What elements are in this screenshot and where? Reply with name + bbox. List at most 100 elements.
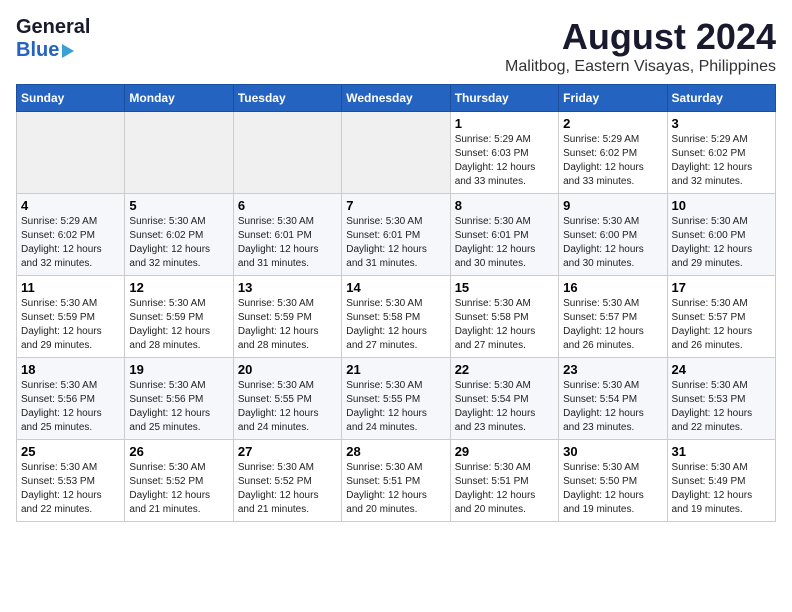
day-number: 28 [346,444,445,459]
calendar-cell [125,112,233,194]
logo-general-text: General [16,16,90,39]
day-of-week-friday: Friday [559,85,667,112]
calendar-table: SundayMondayTuesdayWednesdayThursdayFrid… [16,84,776,522]
day-number: 22 [455,362,554,377]
day-of-week-saturday: Saturday [667,85,775,112]
calendar-cell: 6 Sunrise: 5:30 AM Sunset: 6:01 PM Daylig… [233,194,341,276]
day-number: 6 [238,198,337,213]
day-number: 2 [563,116,662,131]
day-number: 9 [563,198,662,213]
calendar-cell: 18Sunrise: 5:30 AM Sunset: 5:56 PM Dayli… [17,358,125,440]
day-info: Sunrise: 5:30 AM Sunset: 5:58 PM Dayligh… [346,297,445,353]
day-info: Sunrise: 5:29 AM Sunset: 6:02 PM Dayligh… [672,133,771,189]
day-number: 1 [455,116,554,131]
subtitle: Malitbog, Eastern Visayas, Philippines [505,58,776,76]
day-info: Sunrise: 5:30 AM Sunset: 5:54 PM Dayligh… [563,379,662,435]
calendar-cell: 29Sunrise: 5:30 AM Sunset: 5:51 PM Dayli… [450,440,558,522]
day-number: 19 [129,362,228,377]
calendar-cell: 27 Sunrise: 5:30 AM Sunset: 5:52 PM Dayli… [233,440,341,522]
calendar-cell: 15Sunrise: 5:30 AM Sunset: 5:58 PM Dayli… [450,276,558,358]
calendar-cell: 11 Sunrise: 5:30 AM Sunset: 5:59 PM Dayli… [17,276,125,358]
calendar-cell: 9 Sunrise: 5:30 AM Sunset: 6:00 PM Daylig… [559,194,667,276]
day-of-week-wednesday: Wednesday [342,85,450,112]
calendar-cell [233,112,341,194]
day-info: Sunrise: 5:30 AM Sunset: 5:53 PM Dayligh… [21,461,120,517]
day-number: 11 [21,280,120,295]
day-number: 12 [129,280,228,295]
logo-blue-text: Blue [16,39,59,62]
day-info: Sunrise: 5:30 AM Sunset: 5:53 PM Dayligh… [672,379,771,435]
day-info: Sunrise: 5:30 AM Sunset: 5:49 PM Dayligh… [672,461,771,517]
day-number: 17 [672,280,771,295]
calendar-cell: 14 Sunrise: 5:30 AM Sunset: 5:58 PM Dayli… [342,276,450,358]
calendar-cell: 3 Sunrise: 5:29 AM Sunset: 6:02 PM Daylig… [667,112,775,194]
day-info: Sunrise: 5:30 AM Sunset: 5:56 PM Dayligh… [21,379,120,435]
day-info: Sunrise: 5:30 AM Sunset: 6:00 PM Dayligh… [672,215,771,271]
day-number: 13 [238,280,337,295]
day-info: Sunrise: 5:30 AM Sunset: 6:00 PM Dayligh… [563,215,662,271]
calendar-cell [17,112,125,194]
day-number: 24 [672,362,771,377]
day-info: Sunrise: 5:30 AM Sunset: 6:02 PM Dayligh… [129,215,228,271]
day-number: 10 [672,198,771,213]
day-info: Sunrise: 5:30 AM Sunset: 5:51 PM Dayligh… [455,461,554,517]
calendar-week-1: 1 Sunrise: 5:29 AM Sunset: 6:03 PM Daylig… [17,112,776,194]
main-title: August 2024 [505,16,776,58]
calendar-cell: 25 Sunrise: 5:30 AM Sunset: 5:53 PM Dayli… [17,440,125,522]
day-info: Sunrise: 5:30 AM Sunset: 5:51 PM Dayligh… [346,461,445,517]
day-of-week-sunday: Sunday [17,85,125,112]
day-number: 23 [563,362,662,377]
day-number: 4 [21,198,120,213]
day-info: Sunrise: 5:30 AM Sunset: 5:56 PM Dayligh… [129,379,228,435]
calendar-body: 1 Sunrise: 5:29 AM Sunset: 6:03 PM Daylig… [17,112,776,522]
calendar-cell: 10 Sunrise: 5:30 AM Sunset: 6:00 PM Dayli… [667,194,775,276]
day-info: Sunrise: 5:29 AM Sunset: 6:02 PM Dayligh… [21,215,120,271]
calendar-cell: 7Sunrise: 5:30 AM Sunset: 6:01 PM Daylig… [342,194,450,276]
day-info: Sunrise: 5:30 AM Sunset: 5:50 PM Dayligh… [563,461,662,517]
calendar-cell: 24 Sunrise: 5:30 AM Sunset: 5:53 PM Dayli… [667,358,775,440]
day-number: 27 [238,444,337,459]
day-number: 14 [346,280,445,295]
calendar-cell: 5Sunrise: 5:30 AM Sunset: 6:02 PM Daylig… [125,194,233,276]
day-info: Sunrise: 5:30 AM Sunset: 5:55 PM Dayligh… [346,379,445,435]
calendar-cell: 12Sunrise: 5:30 AM Sunset: 5:59 PM Dayli… [125,276,233,358]
day-number: 3 [672,116,771,131]
page-header: General Blue August 2024 Malitbog, Easte… [16,16,776,76]
day-info: Sunrise: 5:29 AM Sunset: 6:03 PM Dayligh… [455,133,554,189]
day-info: Sunrise: 5:30 AM Sunset: 5:59 PM Dayligh… [21,297,120,353]
calendar-cell: 30 Sunrise: 5:30 AM Sunset: 5:50 PM Dayli… [559,440,667,522]
calendar-header: SundayMondayTuesdayWednesdayThursdayFrid… [17,85,776,112]
day-number: 7 [346,198,445,213]
calendar-cell: 4 Sunrise: 5:29 AM Sunset: 6:02 PM Daylig… [17,194,125,276]
day-info: Sunrise: 5:30 AM Sunset: 6:01 PM Dayligh… [238,215,337,271]
calendar-week-2: 4 Sunrise: 5:29 AM Sunset: 6:02 PM Daylig… [17,194,776,276]
logo: General Blue [16,16,90,62]
day-info: Sunrise: 5:30 AM Sunset: 5:57 PM Dayligh… [563,297,662,353]
calendar-cell: 31Sunrise: 5:30 AM Sunset: 5:49 PM Dayli… [667,440,775,522]
calendar-cell: 13 Sunrise: 5:30 AM Sunset: 5:59 PM Dayli… [233,276,341,358]
calendar-week-4: 18Sunrise: 5:30 AM Sunset: 5:56 PM Dayli… [17,358,776,440]
calendar-cell: 23 Sunrise: 5:30 AM Sunset: 5:54 PM Dayli… [559,358,667,440]
day-info: Sunrise: 5:30 AM Sunset: 6:01 PM Dayligh… [455,215,554,271]
calendar-cell: 21Sunrise: 5:30 AM Sunset: 5:55 PM Dayli… [342,358,450,440]
day-number: 30 [563,444,662,459]
calendar-cell: 17Sunrise: 5:30 AM Sunset: 5:57 PM Dayli… [667,276,775,358]
day-info: Sunrise: 5:30 AM Sunset: 5:59 PM Dayligh… [238,297,337,353]
day-number: 25 [21,444,120,459]
day-info: Sunrise: 5:30 AM Sunset: 5:52 PM Dayligh… [238,461,337,517]
day-number: 16 [563,280,662,295]
day-info: Sunrise: 5:29 AM Sunset: 6:02 PM Dayligh… [563,133,662,189]
day-info: Sunrise: 5:30 AM Sunset: 5:54 PM Dayligh… [455,379,554,435]
calendar-cell: 16 Sunrise: 5:30 AM Sunset: 5:57 PM Dayli… [559,276,667,358]
days-of-week-row: SundayMondayTuesdayWednesdayThursdayFrid… [17,85,776,112]
day-number: 15 [455,280,554,295]
day-of-week-monday: Monday [125,85,233,112]
logo-arrow-icon [62,44,74,58]
day-info: Sunrise: 5:30 AM Sunset: 5:52 PM Dayligh… [129,461,228,517]
title-section: August 2024 Malitbog, Eastern Visayas, P… [505,16,776,76]
calendar-cell: 19 Sunrise: 5:30 AM Sunset: 5:56 PM Dayli… [125,358,233,440]
calendar-cell: 8Sunrise: 5:30 AM Sunset: 6:01 PM Daylig… [450,194,558,276]
calendar-cell: 28 Sunrise: 5:30 AM Sunset: 5:51 PM Dayli… [342,440,450,522]
day-number: 26 [129,444,228,459]
calendar-cell: 2 Sunrise: 5:29 AM Sunset: 6:02 PM Daylig… [559,112,667,194]
